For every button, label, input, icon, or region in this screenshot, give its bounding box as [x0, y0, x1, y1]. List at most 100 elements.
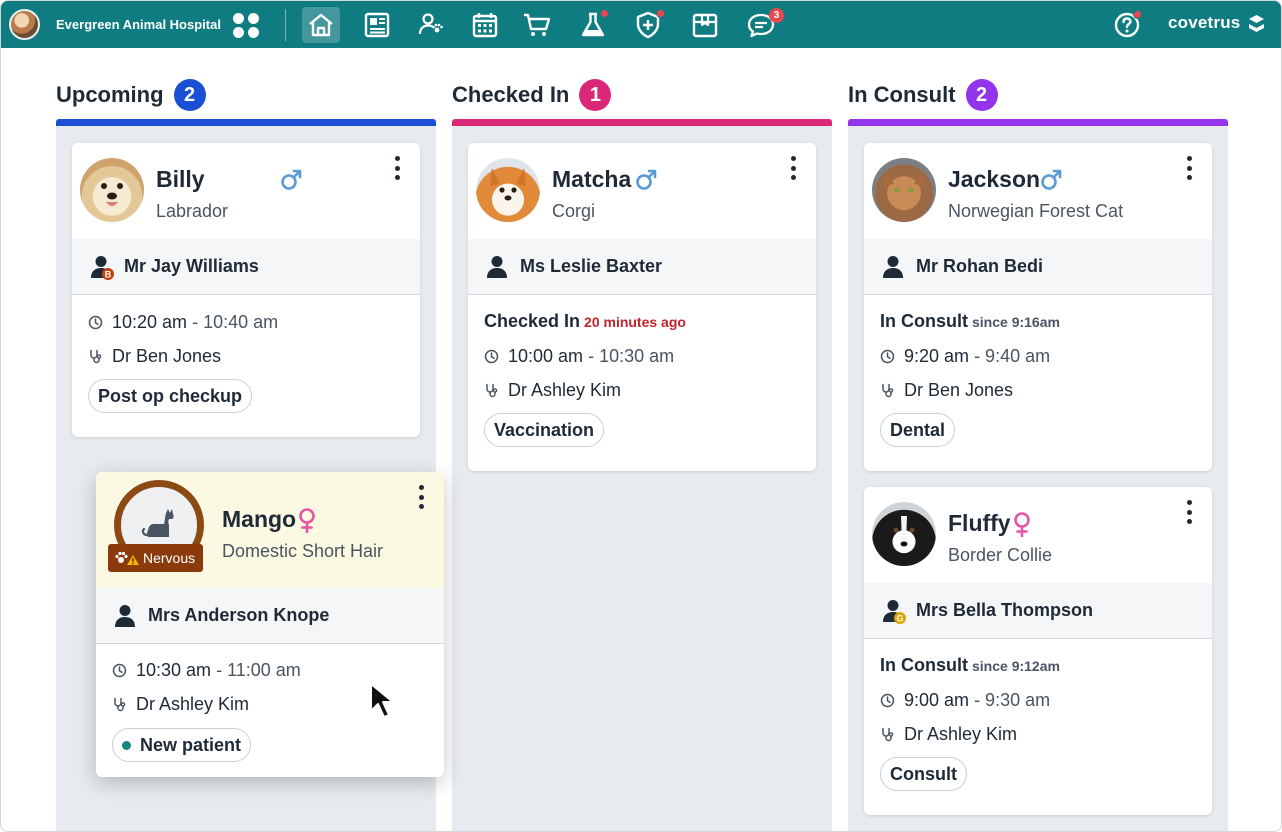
appointment-card-fluffy[interactable]: Fluffy Border Collie G Mrs Bella Thompso… [864, 487, 1212, 815]
cat-icon [141, 509, 174, 537]
owner-name[interactable]: Ms Leslie Baxter [520, 256, 662, 277]
brand-logo: covetrus [1168, 13, 1241, 32]
dashboard-icon[interactable] [358, 7, 396, 43]
card-menu-icon[interactable] [786, 156, 800, 180]
pet-name[interactable]: Billy [156, 166, 205, 193]
pet-header: Fluffy Border Collie [864, 487, 1212, 583]
owner-person-icon [484, 254, 510, 280]
male-icon [1039, 167, 1063, 193]
appointment-card-mango[interactable]: Nervous Mango Domestic Short Hair Mrs An… [96, 472, 444, 777]
column-count-badge: 2 [965, 79, 998, 111]
male-icon [279, 167, 303, 193]
cart-icon[interactable] [518, 7, 556, 43]
svg-text:G: G [896, 614, 903, 624]
assigned-vet: Dr Ashley Kim [880, 724, 1017, 745]
pet-header: Billy Labrador [72, 143, 420, 239]
appointment-card-billy[interactable]: Billy Labrador B Mr Jay Williams 10:20 a… [72, 143, 420, 437]
new-patient-dot [122, 740, 131, 750]
card-menu-icon[interactable] [414, 485, 428, 509]
appointment-time: 10:30 am - 11:00 am [112, 660, 301, 681]
health-shield-icon[interactable] [629, 7, 667, 43]
messages-count-badge: 3 [769, 8, 784, 23]
owner-person-icon [880, 254, 906, 280]
health-alert-dot [656, 9, 665, 18]
clinic-name[interactable]: Evergreen Animal Hospital [56, 17, 221, 32]
column-header-upcoming: Upcoming 2 [56, 79, 206, 111]
pet-name[interactable]: Jackson [948, 166, 1040, 193]
owner-row: Ms Leslie Baxter [468, 239, 816, 295]
owner-person-icon [112, 603, 138, 629]
owner-row: Mr Rohan Bedi [864, 239, 1212, 295]
status-since: since 9:12am [972, 658, 1060, 674]
clock-icon [880, 349, 895, 364]
assigned-vet: Dr Ben Jones [88, 346, 221, 367]
calendar-icon[interactable] [466, 7, 504, 43]
brand-logo-mark-icon [1249, 15, 1264, 32]
pet-name[interactable]: Fluffy [948, 510, 1011, 537]
stethoscope-icon [88, 349, 103, 364]
pet-photo [80, 158, 144, 222]
lab-flask-icon[interactable] [574, 7, 612, 43]
pet-breed: Border Collie [948, 545, 1053, 565]
messages-icon[interactable]: 3 [742, 7, 784, 43]
status-elapsed: 20 minutes ago [584, 314, 686, 330]
stethoscope-icon [880, 727, 895, 742]
female-icon [1010, 511, 1034, 537]
svg-text:B: B [105, 270, 112, 280]
appointment-type-tag: Dental [880, 413, 956, 447]
assigned-vet: Dr Ashley Kim [484, 380, 621, 401]
clock-icon [112, 663, 127, 678]
pet-header: Jackson Norwegian Forest Cat [864, 143, 1212, 239]
home-icon[interactable] [302, 7, 340, 43]
pet-name[interactable]: Matcha [552, 166, 631, 193]
pet-photo [476, 158, 540, 222]
owner-row: Mrs Anderson Knope [96, 588, 444, 644]
clients-patients-icon[interactable] [413, 7, 451, 43]
owner-name[interactable]: Mr Jay Williams [124, 256, 259, 277]
column-header-in-consult: In Consult 2 [848, 79, 998, 111]
appointment-time: 10:20 am - 10:40 am [88, 312, 278, 333]
appointment-type-tag: Vaccination [484, 413, 605, 447]
owner-person-icon: G [880, 598, 906, 624]
top-navigation-bar: Evergreen Animal Hospital 3 covetrus [1, 1, 1281, 48]
column-color-bar [848, 119, 1228, 126]
help-icon[interactable] [1109, 7, 1145, 43]
app-launcher-icon[interactable] [231, 11, 261, 39]
owner-person-icon: B [88, 254, 114, 280]
stethoscope-icon [484, 383, 499, 398]
pet-name[interactable]: Mango [222, 506, 296, 533]
appointment-time: 9:20 am - 9:40 am [880, 346, 1050, 367]
appointment-time: 9:00 am - 9:30 am [880, 690, 1050, 711]
visit-status: In Consult since 9:16am [880, 311, 1060, 331]
appointment-card-matcha[interactable]: Matcha Corgi Ms Leslie Baxter Checked In… [468, 143, 816, 471]
paw-warning-icon [115, 551, 139, 565]
toolbar-divider [285, 9, 286, 41]
assigned-vet: Dr Ashley Kim [112, 694, 249, 715]
owner-name[interactable]: Mr Rohan Bedi [916, 256, 1043, 277]
app-window: Evergreen Animal Hospital 3 covetrus Upc… [0, 0, 1282, 832]
status-since: since 9:16am [972, 314, 1060, 330]
card-menu-icon[interactable] [1182, 500, 1196, 524]
inventory-box-icon[interactable] [686, 7, 724, 43]
column-color-bar [56, 119, 436, 126]
card-menu-icon[interactable] [1182, 156, 1196, 180]
assigned-vet: Dr Ben Jones [880, 380, 1013, 401]
appointment-type-tag: Consult [880, 757, 967, 791]
column-color-bar [452, 119, 832, 126]
column-count-badge: 2 [173, 79, 206, 111]
owner-name[interactable]: Mrs Bella Thompson [916, 600, 1093, 621]
stethoscope-icon [880, 383, 895, 398]
pet-breed: Labrador [156, 201, 229, 221]
clock-icon [88, 315, 103, 330]
visit-status: In Consult since 9:12am [880, 655, 1060, 675]
column-header-checked-in: Checked In 1 [452, 79, 612, 111]
clinic-avatar[interactable] [9, 9, 40, 40]
appointment-card-jackson[interactable]: Jackson Norwegian Forest Cat Mr Rohan Be… [864, 143, 1212, 471]
stethoscope-icon [112, 697, 127, 712]
card-menu-icon[interactable] [390, 156, 404, 180]
clock-icon [484, 349, 499, 364]
owner-row: B Mr Jay Williams [72, 239, 420, 295]
male-icon [634, 167, 658, 193]
owner-name[interactable]: Mrs Anderson Knope [148, 605, 329, 626]
pet-photo [872, 158, 936, 222]
